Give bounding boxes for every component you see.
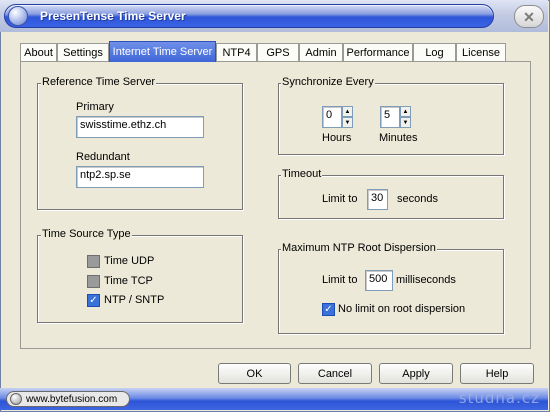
- tab-gps[interactable]: GPS: [257, 43, 299, 61]
- reference-group-title: Reference Time Server: [41, 76, 157, 88]
- ok-button[interactable]: OK: [218, 363, 291, 384]
- globe-icon: [10, 393, 22, 405]
- time-udp-checkbox[interactable]: [87, 255, 100, 268]
- hours-down-button[interactable]: ▼: [342, 117, 353, 128]
- tab-about[interactable]: About: [20, 43, 57, 61]
- dispersion-input[interactable]: 500: [365, 270, 393, 291]
- arrow-up-icon: ▲: [344, 108, 351, 115]
- tab-label: Log: [425, 46, 444, 59]
- tab-label: Settings: [63, 46, 103, 59]
- primary-label: Primary: [76, 101, 114, 113]
- root-dispersion-group: [278, 249, 504, 334]
- tab-label: Admin: [305, 46, 337, 59]
- minutes-label: Minutes: [379, 132, 418, 144]
- tab-admin[interactable]: Admin: [299, 43, 343, 61]
- timeout-group: [278, 175, 504, 219]
- timeout-input[interactable]: 30: [367, 189, 388, 210]
- timeout-group-title: Timeout: [281, 168, 323, 180]
- time-source-group-title: Time Source Type: [41, 228, 132, 240]
- ntp-sntp-checkbox[interactable]: ✓: [87, 294, 100, 307]
- close-button[interactable]: ✕: [514, 5, 544, 28]
- minutes-down-button[interactable]: ▼: [400, 117, 411, 128]
- time-tcp-checkbox[interactable]: [87, 275, 100, 288]
- app-orb-icon: [8, 6, 28, 26]
- tab-label: GPS: [266, 46, 290, 59]
- timeout-unit-label: seconds: [397, 193, 438, 205]
- tab-internet-time-server[interactable]: Internet Time Server: [109, 41, 216, 62]
- tab-license[interactable]: License: [456, 43, 506, 61]
- tab-label: Performance: [346, 46, 410, 59]
- tab-log[interactable]: Log: [413, 43, 456, 61]
- minutes-up-button[interactable]: ▲: [400, 106, 411, 117]
- website-link[interactable]: www.bytefusion.com: [6, 391, 130, 407]
- synchronize-group-title: Synchronize Every: [281, 76, 375, 88]
- hours-up-button[interactable]: ▲: [342, 106, 353, 117]
- no-limit-checkbox[interactable]: ✓: [322, 303, 335, 316]
- website-link-label: www.bytefusion.com: [26, 393, 118, 405]
- arrow-down-icon: ▼: [402, 119, 409, 126]
- primary-server-input[interactable]: swisstime.ethz.ch: [76, 116, 204, 138]
- hours-input[interactable]: 0: [322, 106, 342, 128]
- dispersion-unit-label: milliseconds: [396, 274, 456, 286]
- no-limit-label: No limit on root dispersion: [338, 303, 466, 315]
- reference-time-server-group: [37, 83, 243, 210]
- dispersion-group-title: Maximum NTP Root Dispersion: [281, 242, 437, 254]
- time-udp-label: Time UDP: [104, 255, 155, 267]
- tab-label: License: [462, 46, 500, 59]
- tab-performance[interactable]: Performance: [343, 43, 413, 61]
- window-title: PresenTense Time Server: [40, 9, 186, 23]
- time-tcp-label: Time TCP: [104, 275, 153, 287]
- checkmark-icon: ✓: [89, 294, 98, 306]
- arrow-down-icon: ▼: [344, 119, 351, 126]
- checkmark-icon: ✓: [324, 303, 333, 315]
- apply-button[interactable]: Apply: [379, 363, 453, 384]
- minutes-input[interactable]: 5: [380, 106, 400, 128]
- arrow-up-icon: ▲: [402, 108, 409, 115]
- timeout-prefix-label: Limit to: [322, 193, 358, 205]
- redundant-label: Redundant: [76, 151, 130, 163]
- dispersion-prefix-label: Limit to: [322, 274, 358, 286]
- tab-settings[interactable]: Settings: [57, 43, 109, 61]
- close-icon: ✕: [523, 8, 535, 25]
- help-button[interactable]: Help: [460, 363, 534, 384]
- tab-label: About: [24, 46, 53, 59]
- tab-label: NTP4: [222, 46, 251, 59]
- cancel-button[interactable]: Cancel: [298, 363, 372, 384]
- redundant-server-input[interactable]: ntp2.sp.se: [76, 166, 204, 188]
- tab-label: Internet Time Server: [112, 46, 213, 58]
- watermark: studna.cz: [458, 389, 540, 407]
- ntp-sntp-label: NTP / SNTP: [104, 294, 165, 306]
- tab-ntp4[interactable]: NTP4: [216, 43, 257, 61]
- hours-label: Hours: [322, 132, 352, 144]
